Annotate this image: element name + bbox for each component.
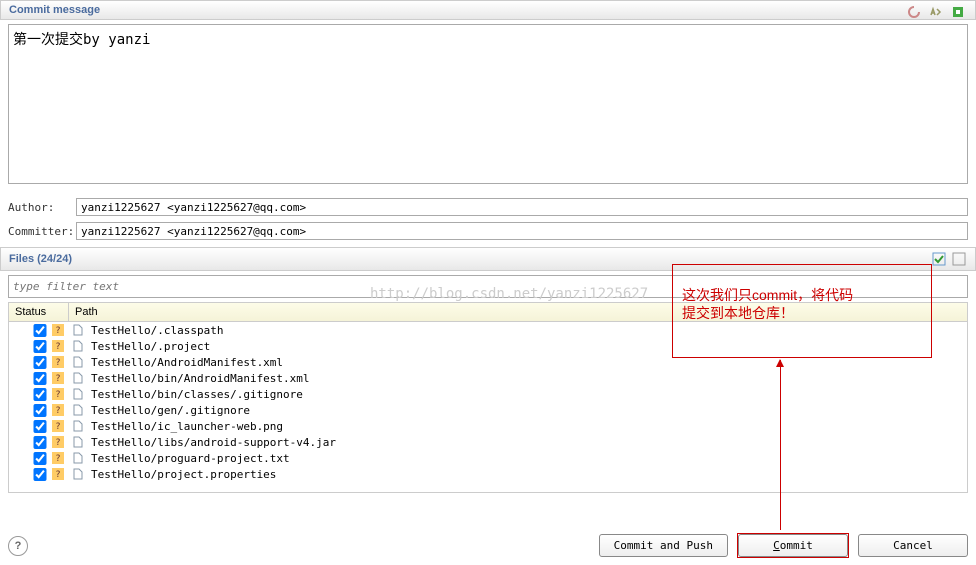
history-icon[interactable]	[906, 4, 922, 20]
signoff-icon[interactable]	[928, 4, 944, 20]
col-status[interactable]: Status	[9, 303, 69, 321]
status-icon: ?	[51, 371, 65, 385]
svg-text:?: ?	[55, 470, 60, 480]
svg-text:?: ?	[55, 358, 60, 368]
committer-input[interactable]	[76, 222, 968, 240]
svg-text:?: ?	[55, 406, 60, 416]
commit-message-textarea[interactable]	[8, 24, 968, 184]
file-icon	[71, 323, 85, 337]
cancel-button[interactable]: Cancel	[858, 534, 968, 557]
table-row[interactable]: ? TestHello/proguard-project.txt	[9, 450, 967, 466]
file-icon	[71, 451, 85, 465]
table-row[interactable]: ? TestHello/.project	[9, 338, 967, 354]
commit-button[interactable]: Commit	[738, 534, 848, 557]
file-path: TestHello/gen/.gitignore	[91, 404, 250, 417]
svg-text:?: ?	[55, 374, 60, 384]
row-checkbox[interactable]	[33, 388, 47, 401]
row-checkbox[interactable]	[33, 420, 47, 433]
file-path: TestHello/.project	[91, 340, 210, 353]
amend-icon[interactable]	[950, 4, 966, 20]
row-checkbox[interactable]	[33, 436, 47, 449]
row-checkbox[interactable]	[33, 340, 47, 353]
table-row[interactable]: ? TestHello/bin/classes/.gitignore	[9, 386, 967, 402]
committer-label: Committer:	[8, 225, 70, 238]
file-icon	[71, 355, 85, 369]
row-checkbox[interactable]	[33, 468, 47, 481]
row-checkbox[interactable]	[33, 356, 47, 369]
file-icon	[71, 419, 85, 433]
status-icon: ?	[51, 323, 65, 337]
file-path: TestHello/project.properties	[91, 468, 276, 481]
table-row[interactable]: ? TestHello/ic_launcher-web.png	[9, 418, 967, 434]
file-icon	[71, 467, 85, 481]
check-all-icon[interactable]	[931, 251, 947, 267]
status-icon: ?	[51, 339, 65, 353]
filter-input[interactable]	[8, 275, 968, 298]
commit-message-header: Commit message	[0, 0, 976, 20]
author-input[interactable]	[76, 198, 968, 216]
file-path: TestHello/AndroidManifest.xml	[91, 356, 283, 369]
uncheck-all-icon[interactable]	[951, 251, 967, 267]
row-checkbox[interactable]	[33, 452, 47, 465]
row-checkbox[interactable]	[33, 404, 47, 417]
help-icon[interactable]: ?	[8, 536, 28, 556]
file-icon	[71, 371, 85, 385]
author-label: Author:	[8, 201, 70, 214]
svg-text:?: ?	[55, 342, 60, 352]
table-row[interactable]: ? TestHello/.classpath	[9, 322, 967, 338]
svg-text:?: ?	[55, 390, 60, 400]
file-path: TestHello/bin/AndroidManifest.xml	[91, 372, 310, 385]
commit-message-label: Commit message	[9, 4, 100, 16]
status-icon: ?	[51, 355, 65, 369]
status-icon: ?	[51, 435, 65, 449]
file-path: TestHello/.classpath	[91, 324, 223, 337]
files-table: Status Path ? TestHello/.classpath ? Tes…	[8, 302, 968, 493]
file-icon	[71, 403, 85, 417]
file-path: TestHello/libs/android-support-v4.jar	[91, 436, 336, 449]
commit-and-push-button[interactable]: Commit and Push	[599, 534, 728, 557]
table-row[interactable]: ? TestHello/gen/.gitignore	[9, 402, 967, 418]
row-checkbox[interactable]	[33, 324, 47, 337]
file-icon	[71, 339, 85, 353]
file-path: TestHello/bin/classes/.gitignore	[91, 388, 303, 401]
file-icon	[71, 387, 85, 401]
svg-text:?: ?	[55, 454, 60, 464]
svg-text:?: ?	[55, 438, 60, 448]
files-label: Files (24/24)	[9, 253, 72, 265]
table-row[interactable]: ? TestHello/libs/android-support-v4.jar	[9, 434, 967, 450]
status-icon: ?	[51, 451, 65, 465]
status-icon: ?	[51, 403, 65, 417]
svg-text:?: ?	[55, 326, 60, 336]
file-path: TestHello/proguard-project.txt	[91, 452, 290, 465]
table-row[interactable]: ? TestHello/AndroidManifest.xml	[9, 354, 967, 370]
file-path: TestHello/ic_launcher-web.png	[91, 420, 283, 433]
table-row[interactable]: ? TestHello/project.properties	[9, 466, 967, 482]
status-icon: ?	[51, 467, 65, 481]
row-checkbox[interactable]	[33, 372, 47, 385]
files-header: Files (24/24)	[0, 247, 976, 271]
table-row[interactable]: ? TestHello/bin/AndroidManifest.xml	[9, 370, 967, 386]
status-icon: ?	[51, 387, 65, 401]
col-path[interactable]: Path	[69, 303, 967, 321]
status-icon: ?	[51, 419, 65, 433]
file-icon	[71, 435, 85, 449]
svg-text:?: ?	[55, 422, 60, 432]
